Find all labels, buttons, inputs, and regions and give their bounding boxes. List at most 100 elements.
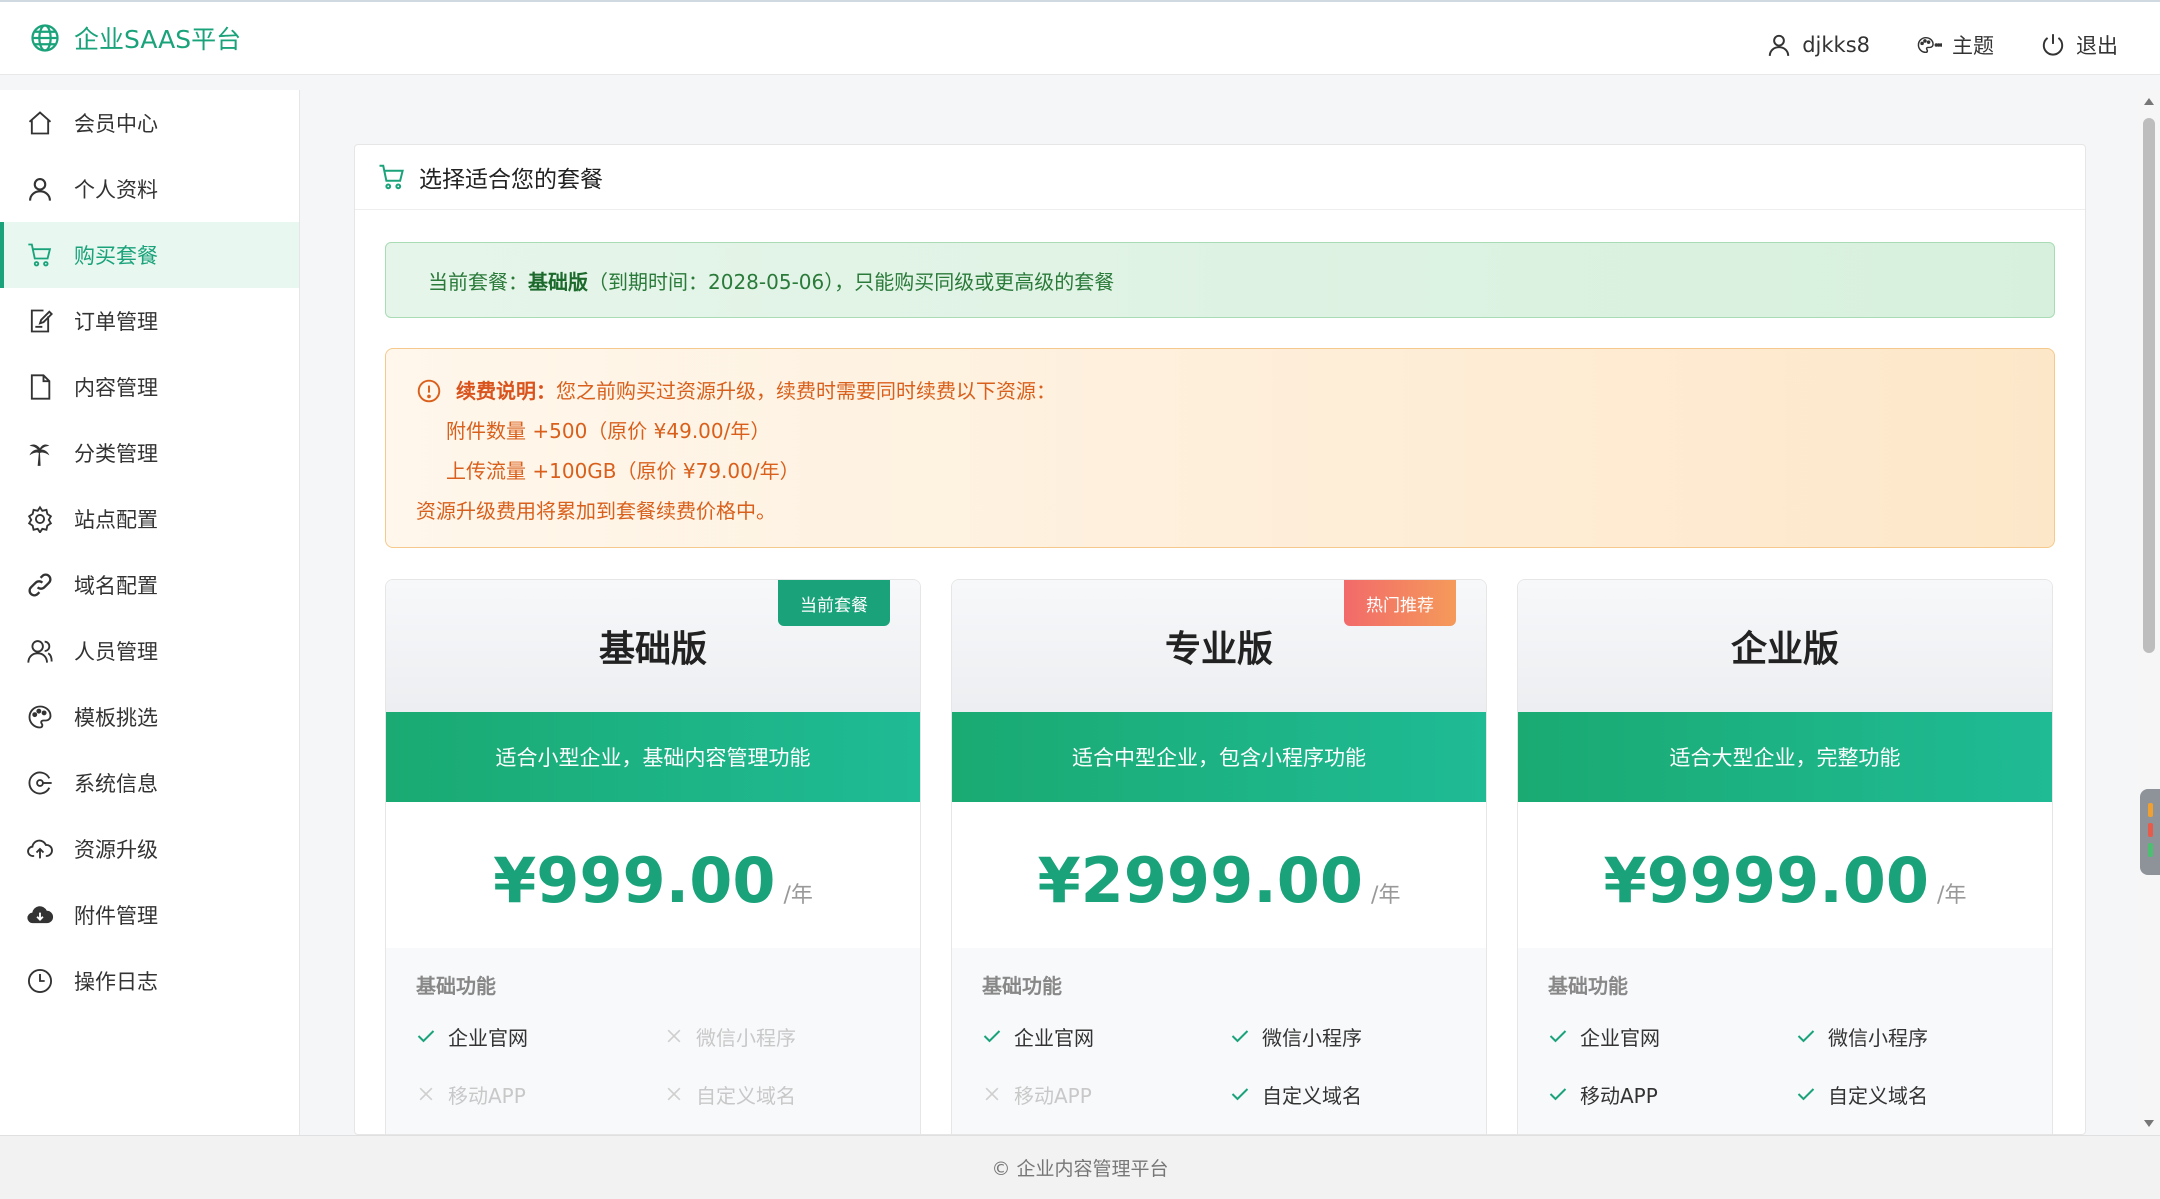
top-header: 企业SAAS平台 djkks8 主题 退出 [0,0,2160,75]
sidebar-item-label: 个人资料 [74,178,158,202]
plan-card-pro[interactable]: 专业版 热门推荐 适合中型企业，包含小程序功能 ¥2999.00 /年 基础功能… [951,579,1487,1134]
feature-item: 企业官网 [416,1017,664,1055]
scrollbar-thumb[interactable] [2143,118,2155,653]
user-icon [29,178,51,201]
globe-icon [31,24,59,52]
gear-icon [27,505,53,533]
palette-icon [1917,36,1942,54]
feature-item: 微信小程序 [1796,1017,2044,1055]
feature-item: 自定义域名 [1230,1075,1478,1113]
sidebar-item-label: 人员管理 [74,640,158,664]
info-icon [417,379,441,403]
feature-item: 企业官网 [1548,1017,1796,1055]
plan-features: 基础功能 企业官网 微信小程序 移动APP 自定义域名 [386,948,920,1134]
feature-item: 移动APP [416,1075,664,1113]
logout-label: 退出 [2076,34,2118,58]
cross-icon [985,1087,999,1101]
sidebar-item-label: 模板挑选 [74,706,158,730]
sidebar-item-label: 站点配置 [74,508,158,532]
sidebar-item-member-center[interactable]: 会员中心 [0,90,299,156]
sidebar-item-templates[interactable]: 模板挑选 [0,684,299,750]
brand-title: 企业SAAS平台 [74,25,242,54]
edit-doc-icon [30,309,53,333]
cross-icon [667,1087,681,1101]
sidebar-item-profile[interactable]: 个人资料 [0,156,299,222]
plan-description: 适合小型企业，基础内容管理功能 [386,712,920,802]
sidebar-item-label: 分类管理 [74,442,158,466]
cross-icon [419,1087,433,1101]
sidebar-item-system-info[interactable]: 系统信息 [0,750,299,816]
link-icon [28,573,52,597]
sidebar-item-buy-plan[interactable]: 购买套餐 [0,222,299,288]
renewal-notice: 续费说明：您之前购买过资源升级，续费时需要同时续费以下资源： 附件数量 +500… [385,348,2055,548]
plan-price: ¥999.00 [493,844,776,917]
plan-period: /年 [1937,883,1967,908]
current-plan-badge: 当前套餐 [778,580,890,626]
power-icon [2042,34,2064,56]
check-icon [1797,1088,1815,1101]
user-menu[interactable]: djkks8 [1766,30,1870,60]
sidebar: 会员中心 个人资料 购买套餐 订单管理 内容管理 分类管理 站点配置 域名配置 … [0,90,300,1135]
check-icon [983,1030,1001,1043]
cart-icon [28,243,52,267]
plan-description: 适合大型企业，完整功能 [1518,712,2052,802]
sidebar-item-orders[interactable]: 订单管理 [0,288,299,354]
sidebar-item-resource-upgrade[interactable]: 资源升级 [0,816,299,882]
feature-group-title: 基础功能 [1548,974,1628,998]
brand[interactable]: 企业SAAS平台 [30,20,241,56]
theme-menu[interactable]: 主题 [1916,30,1994,60]
theme-label: 主题 [1952,34,1994,58]
footer: © 企业内容管理平台 [0,1135,2160,1199]
sidebar-item-label: 域名配置 [74,574,158,598]
sidebar-item-content[interactable]: 内容管理 [0,354,299,420]
current-plan-suffix: （到期时间：2028-05-06），只能购买同级或更高级的套餐 [588,269,1115,294]
sidebar-item-staff[interactable]: 人员管理 [0,618,299,684]
users-icon [27,640,53,663]
sidebar-item-label: 购买套餐 [74,244,158,268]
check-icon [417,1030,435,1043]
renewal-text: 您之前购买过资源升级，续费时需要同时续费以下资源： [556,379,1056,403]
page-scrollbar[interactable] [2138,90,2160,1135]
plan-price: ¥9999.00 [1603,844,1930,917]
sidebar-item-categories[interactable]: 分类管理 [0,420,299,486]
feature-group-title: 基础功能 [416,974,496,998]
sidebar-item-logs[interactable]: 操作日志 [0,948,299,1014]
renewal-note: 资源升级费用将累加到套餐续费价格中。 [416,499,776,523]
sidebar-item-label: 内容管理 [74,376,158,400]
plan-features: 基础功能 企业官网 微信小程序 移动APP 自定义域名 [1518,948,2052,1134]
sidebar-item-attachments[interactable]: 附件管理 [0,882,299,948]
sidebar-item-domain[interactable]: 域名配置 [0,552,299,618]
feature-item: 自定义域名 [1796,1075,2044,1113]
scroll-down-icon[interactable] [2144,1120,2154,1127]
scroll-up-icon[interactable] [2144,98,2154,105]
plan-panel: 选择适合您的套餐 当前套餐： 基础版 （到期时间：2028-05-06），只能购买同… [354,144,2086,1135]
clock-icon [27,968,53,994]
feature-item: 微信小程序 [1230,1017,1478,1055]
plan-card-enterprise[interactable]: 企业版 适合大型企业，完整功能 ¥9999.00 /年 基础功能 企业官网 微信… [1517,579,2053,1134]
feature-item: 自定义域名 [664,1075,912,1113]
sidebar-item-label: 附件管理 [74,904,158,928]
sidebar-item-label: 会员中心 [74,112,158,136]
cloud-icon [27,906,54,924]
check-icon [1231,1088,1249,1101]
feature-item: 企业官网 [982,1017,1230,1055]
sidebar-item-label: 操作日志 [74,970,158,994]
renewal-item-traffic: 上传流量 +100GB（原价 ¥79.00/年） [446,459,800,483]
plan-card-basic[interactable]: 基础版 当前套餐 适合小型企业，基础内容管理功能 ¥999.00 /年 基础功能… [385,579,921,1134]
panel-header: 选择适合您的套餐 [355,145,2085,210]
sidebar-item-label: 资源升级 [74,838,158,862]
sidebar-item-label: 系统信息 [74,772,158,796]
plan-features: 基础功能 企业官网 微信小程序 移动APP 自定义域名 [952,948,1486,1134]
home-icon [28,111,52,135]
logout-button[interactable]: 退出 [2040,30,2118,60]
check-icon [1231,1030,1249,1043]
check-icon [1797,1030,1815,1043]
info-circle-icon [28,771,52,795]
document-icon [30,374,51,400]
renewal-title: 续费说明： [456,379,556,403]
floating-side-tab[interactable] [2140,789,2160,875]
sidebar-item-site-config[interactable]: 站点配置 [0,486,299,552]
cross-icon [667,1029,681,1043]
check-icon [1549,1088,1567,1101]
check-icon [1549,1030,1567,1043]
